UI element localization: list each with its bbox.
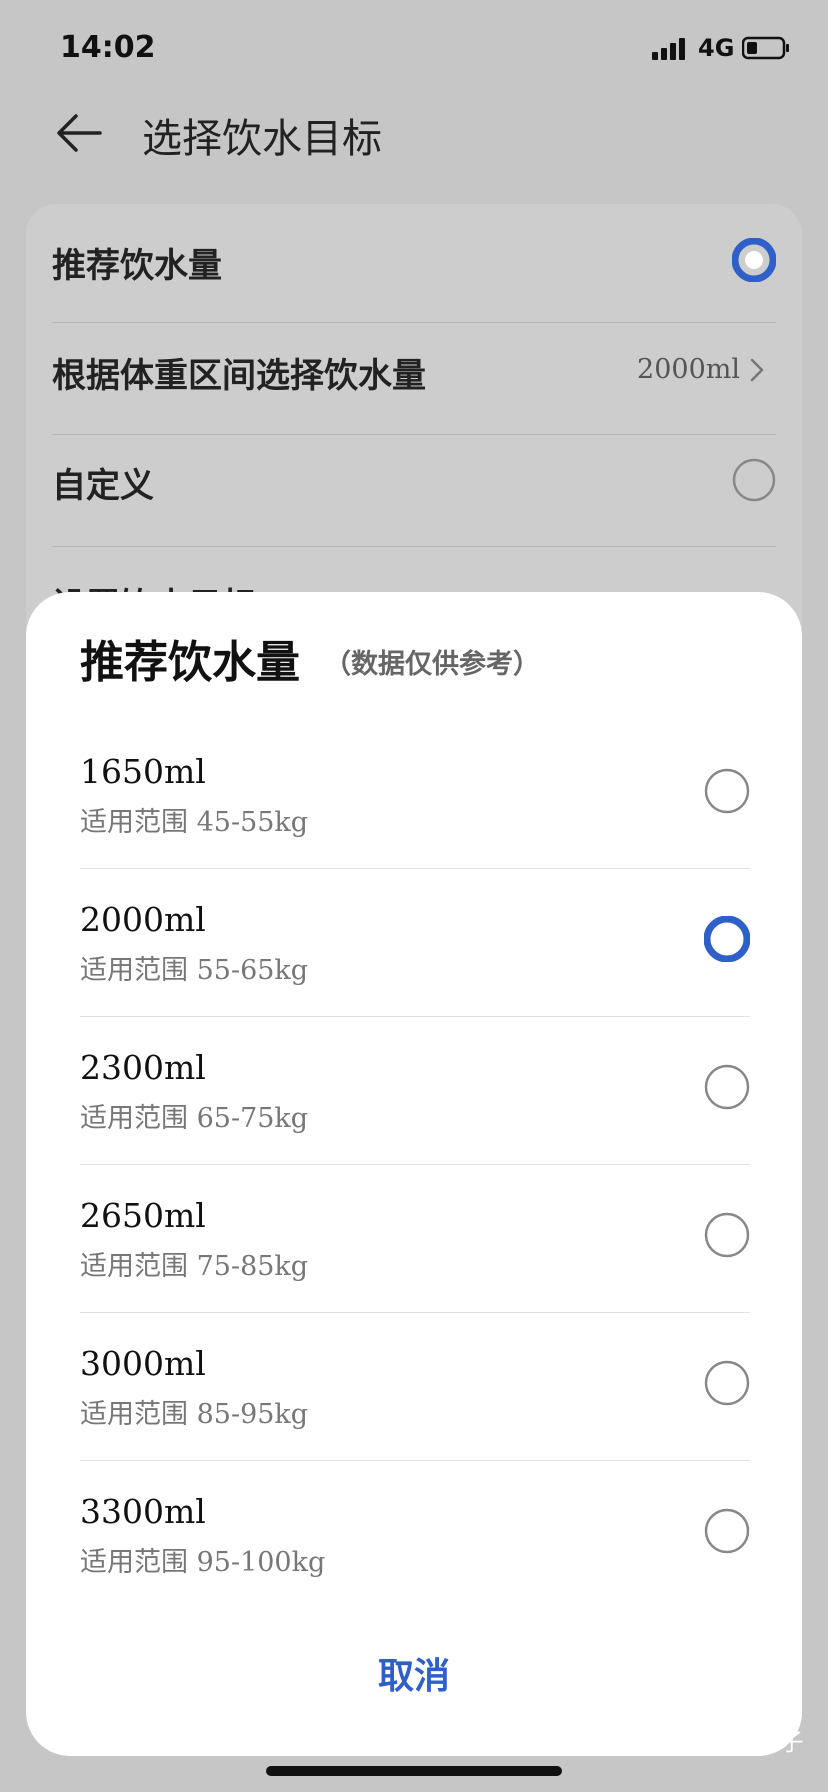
option-amount: 2300ml	[80, 1048, 206, 1087]
settings-row-label: 根据体重区间选择饮水量	[52, 356, 426, 396]
option-range-label: 适用范围	[80, 955, 188, 986]
option-amount: 2000ml	[80, 900, 206, 939]
settings-row-by-weight[interactable]: 根据体重区间选择饮水量 2000ml	[52, 314, 776, 424]
option-2000ml[interactable]: 2000ml 适用范围 55-65kg	[80, 900, 750, 1048]
status-bar: 14:02 4G	[0, 0, 828, 100]
radio-selected-icon[interactable]	[732, 238, 776, 282]
radio-unselected-icon[interactable]	[704, 1064, 750, 1110]
settings-row-label: 推荐饮水量	[52, 246, 222, 286]
option-range-value: 55-65kg	[196, 955, 309, 986]
option-3000ml[interactable]: 3000ml 适用范围 85-95kg	[80, 1344, 750, 1492]
radio-unselected-icon[interactable]	[704, 768, 750, 814]
option-amount: 2650ml	[80, 1196, 206, 1235]
divider	[80, 1460, 750, 1461]
bottom-sheet: 推荐饮水量 （数据仅供参考） 1650ml 适用范围 45-55kg 2000m…	[26, 592, 802, 1756]
option-range-value: 75-85kg	[196, 1251, 309, 1282]
option-range: 适用范围 95-100kg	[80, 1540, 325, 1579]
screen: 14:02 4G 选择饮水目标 推荐饮水量 根据体重区间选择饮水量 2000ml…	[0, 0, 828, 1792]
settings-row-label: 自定义	[52, 466, 154, 506]
home-indicator[interactable]	[266, 1766, 562, 1776]
battery-icon	[742, 36, 789, 60]
option-amount: 3300ml	[80, 1492, 206, 1531]
option-2650ml[interactable]: 2650ml 适用范围 75-85kg	[80, 1196, 750, 1344]
watermark: 知乎 @七公子	[652, 1728, 804, 1756]
option-range: 适用范围 85-95kg	[80, 1392, 308, 1431]
option-range-value: 45-55kg	[196, 807, 309, 838]
option-3300ml[interactable]: 3300ml 适用范围 95-100kg	[80, 1492, 750, 1640]
divider	[80, 1164, 750, 1165]
cancel-button[interactable]: 取消	[314, 1642, 514, 1712]
page-title: 选择饮水目标	[142, 116, 382, 162]
option-range: 适用范围 75-85kg	[80, 1244, 308, 1283]
option-range: 适用范围 45-55kg	[80, 800, 308, 839]
option-range-value: 65-75kg	[196, 1103, 309, 1134]
option-amount: 1650ml	[80, 752, 206, 791]
status-time: 14:02	[60, 30, 156, 65]
radio-unselected-icon[interactable]	[704, 1508, 750, 1554]
sheet-title: 推荐饮水量	[80, 637, 300, 688]
option-range-label: 适用范围	[80, 1399, 188, 1430]
option-range: 适用范围 55-65kg	[80, 948, 308, 987]
back-arrow-icon[interactable]	[54, 108, 104, 158]
option-range-label: 适用范围	[80, 807, 188, 838]
option-range-label: 适用范围	[80, 1547, 188, 1578]
settings-row-recommended[interactable]: 推荐饮水量	[52, 204, 776, 314]
radio-unselected-icon[interactable]	[704, 1360, 750, 1406]
radio-selected-icon[interactable]	[704, 916, 750, 962]
option-range-value: 95-100kg	[196, 1547, 326, 1578]
option-amount: 3000ml	[80, 1344, 206, 1383]
chevron-right-icon	[750, 358, 764, 382]
option-range-label: 适用范围	[80, 1103, 188, 1134]
option-range-value: 85-95kg	[196, 1399, 309, 1430]
signal-icon	[652, 38, 685, 60]
app-header: 选择饮水目标	[0, 100, 828, 200]
radio-unselected-icon[interactable]	[732, 458, 776, 502]
divider	[80, 868, 750, 869]
radio-unselected-icon[interactable]	[704, 1212, 750, 1258]
settings-row-custom[interactable]: 自定义	[52, 424, 776, 534]
divider	[80, 1312, 750, 1313]
sheet-note: （数据仅供参考）	[324, 649, 540, 680]
option-range: 适用范围 65-75kg	[80, 1096, 308, 1135]
option-range-label: 适用范围	[80, 1251, 188, 1282]
option-1650ml[interactable]: 1650ml 适用范围 45-55kg	[80, 752, 750, 900]
network-type: 4G	[698, 34, 735, 62]
option-2300ml[interactable]: 2300ml 适用范围 65-75kg	[80, 1048, 750, 1196]
divider	[80, 1016, 750, 1017]
settings-row-value: 2000ml	[637, 354, 740, 385]
